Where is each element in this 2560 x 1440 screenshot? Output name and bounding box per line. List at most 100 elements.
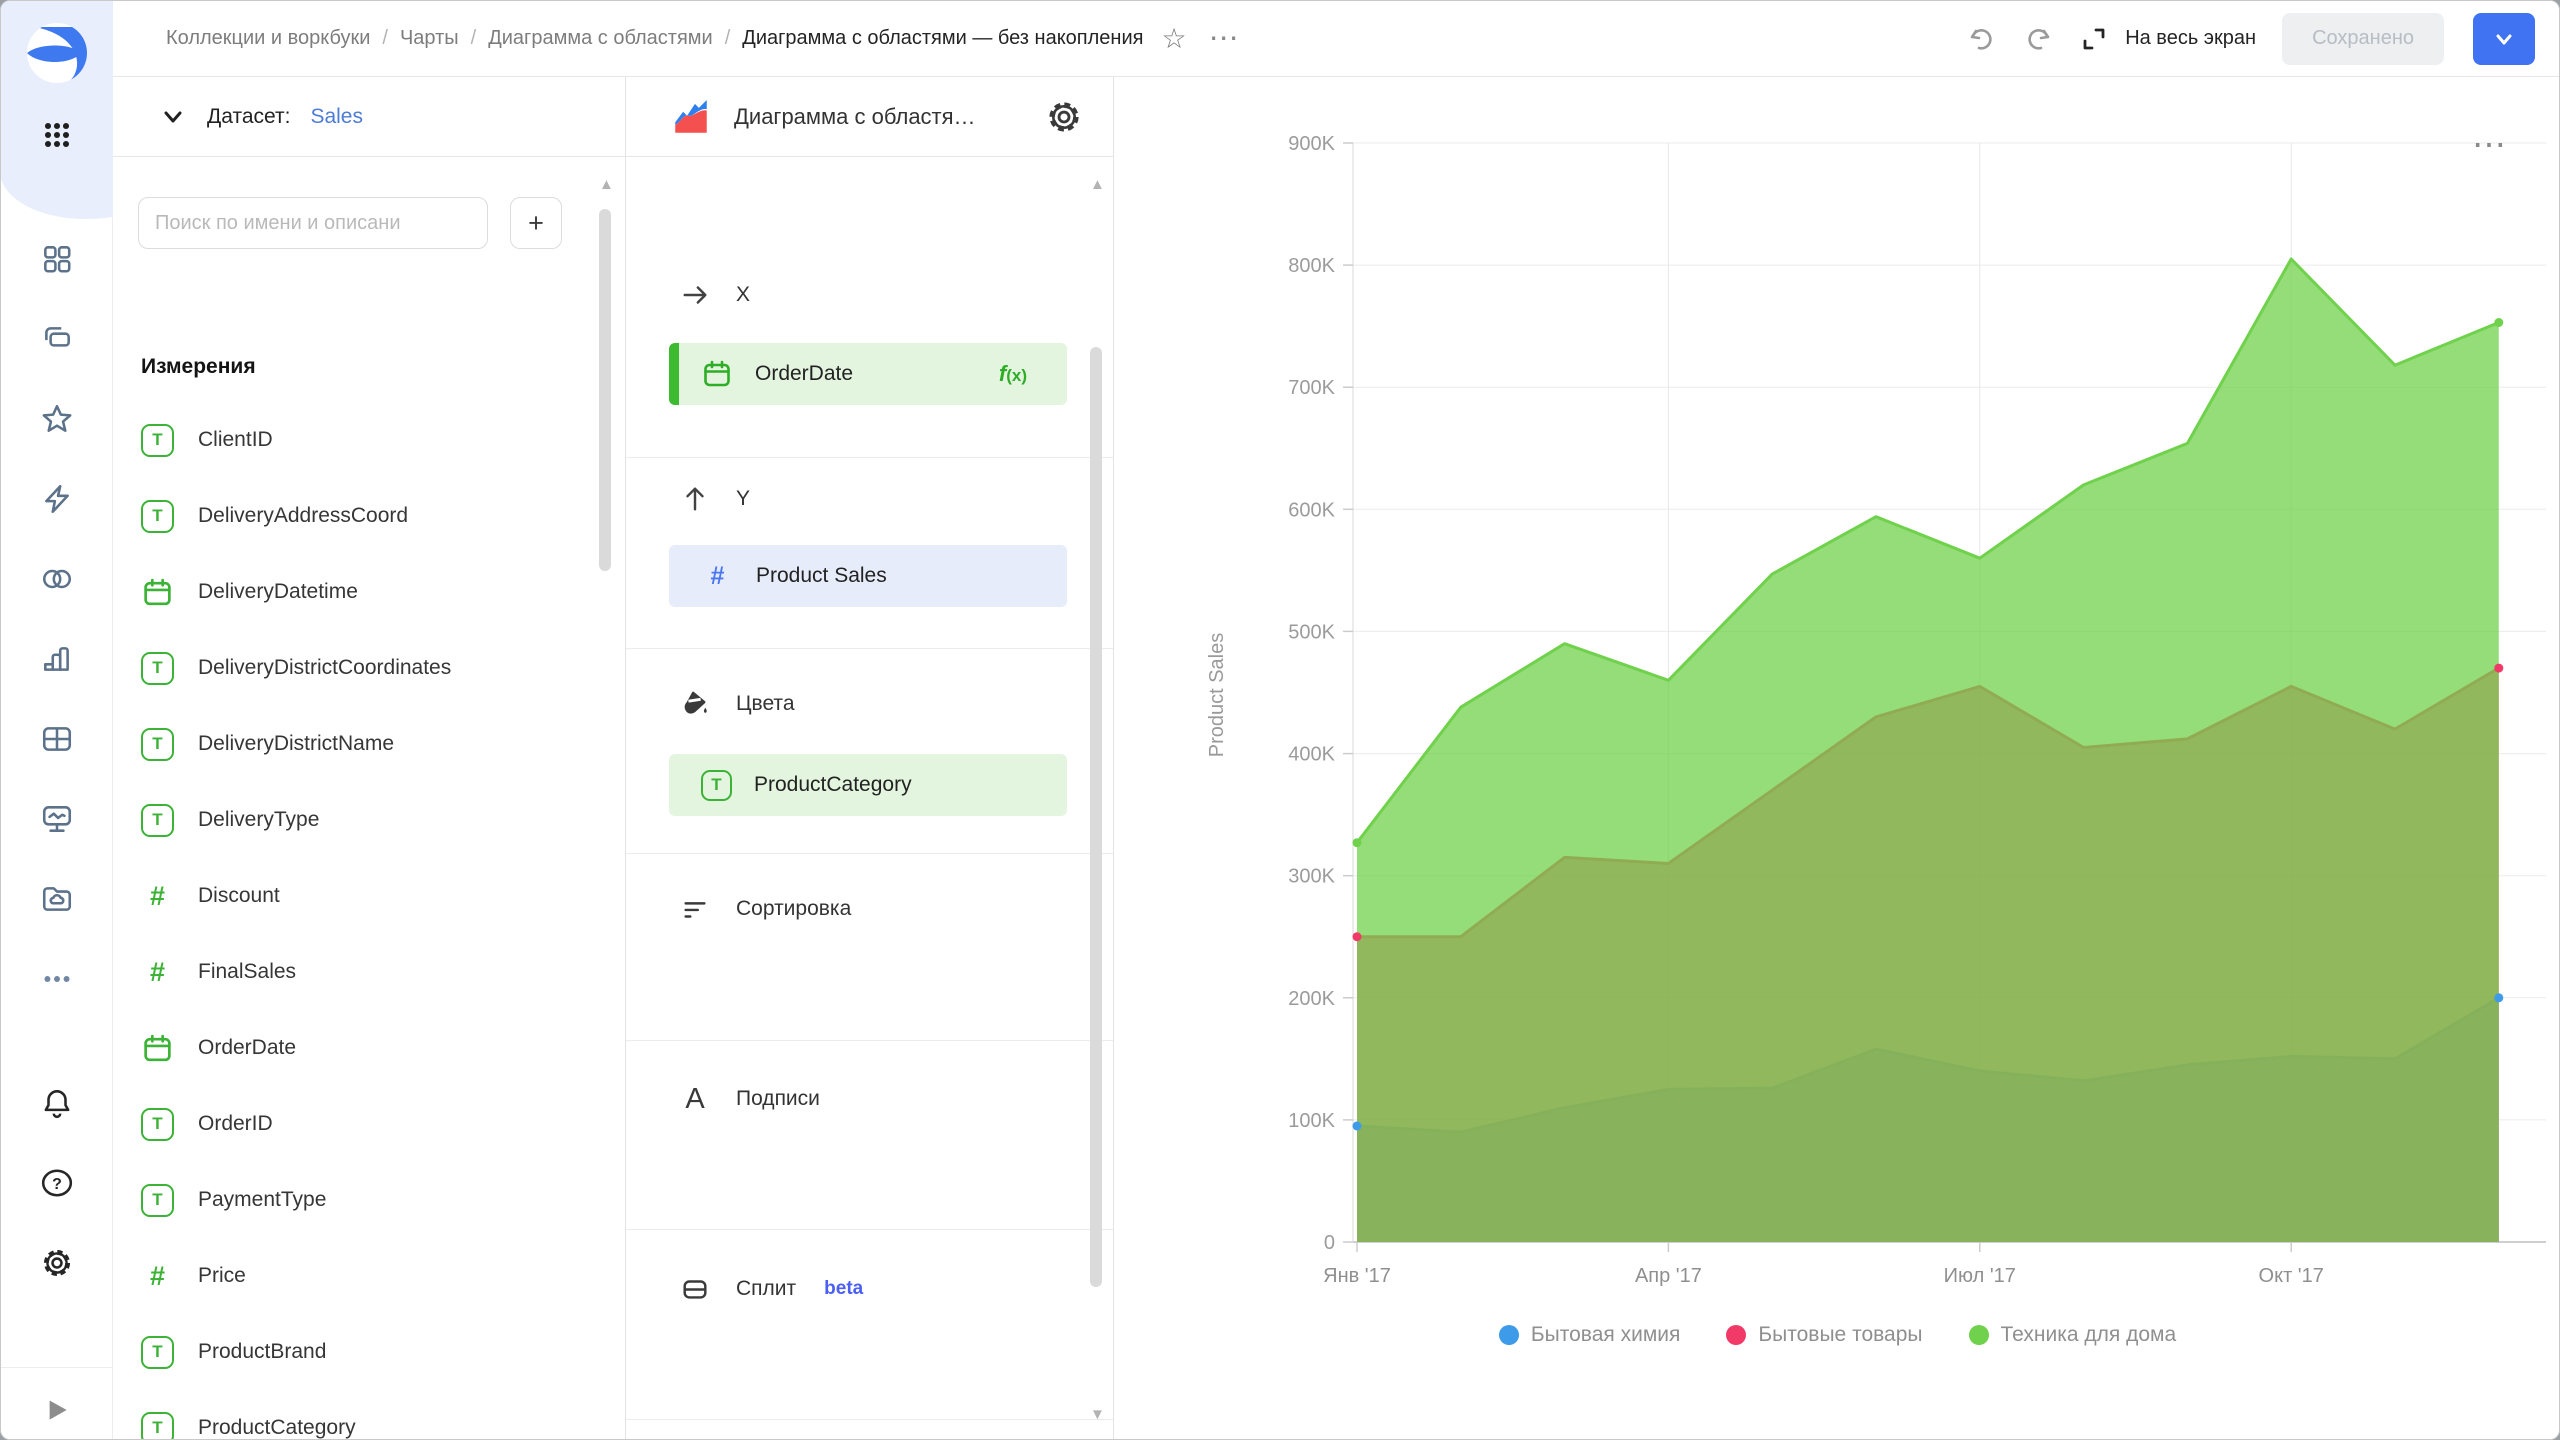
field-row-deliverydistrictcoordinates[interactable]: TDeliveryDistrictCoordinates bbox=[113, 630, 593, 706]
area-chart-plot[interactable]: 0100K200K300K400K500K600K700K800K900KЯнв… bbox=[1114, 77, 2560, 1440]
dimensions-list: TClientIDTDeliveryAddressCoordDeliveryDa… bbox=[113, 402, 593, 1440]
shelf-sort[interactable]: Сортировка bbox=[626, 887, 1096, 931]
chart-type-title[interactable]: Диаграмма с областя… bbox=[734, 104, 1045, 130]
field-row-deliveryaddresscoord[interactable]: TDeliveryAddressCoord bbox=[113, 478, 593, 554]
breadcrumb: Коллекции и воркбуки / Чарты / Диаграмма… bbox=[166, 27, 1143, 50]
field-row-deliverytype[interactable]: TDeliveryType bbox=[113, 782, 593, 858]
save-button[interactable]: Сохранено bbox=[2282, 13, 2444, 65]
split-icon bbox=[678, 1274, 712, 1304]
field-row-orderid[interactable]: T OrderID bbox=[113, 1086, 593, 1162]
arrow-up-icon bbox=[678, 484, 712, 514]
favorite-star-icon[interactable]: ☆ bbox=[1161, 25, 1186, 53]
page-title: Диаграмма с областями — без накопления bbox=[742, 27, 1143, 50]
fullscreen-label[interactable]: На весь экран bbox=[2125, 27, 2256, 50]
field-name: PaymentType bbox=[198, 1188, 326, 1212]
legend-dot bbox=[1499, 1325, 1519, 1345]
rail-item-help[interactable]: ? bbox=[35, 1161, 79, 1205]
breadcrumb-separator: / bbox=[471, 27, 477, 50]
rail-item-connections[interactable] bbox=[35, 557, 79, 601]
undo-button[interactable] bbox=[1967, 24, 1997, 54]
chart-menu-icon[interactable]: ⋯ bbox=[2472, 125, 2508, 165]
rail-item-charts[interactable] bbox=[35, 637, 79, 681]
formula-fx-icon[interactable]: f(x) bbox=[999, 361, 1027, 387]
date-type-icon bbox=[141, 1032, 174, 1065]
redo-button[interactable] bbox=[2023, 24, 2053, 54]
rail-item-favorites[interactable] bbox=[35, 397, 79, 441]
field-row-productbrand[interactable]: TProductBrand bbox=[113, 1314, 593, 1390]
legend-dot bbox=[1726, 1325, 1746, 1345]
dataset-name-link[interactable]: Sales bbox=[310, 105, 363, 129]
dashboard-squares-icon bbox=[40, 242, 74, 276]
config-scrollbar[interactable] bbox=[1090, 347, 1102, 1287]
field-search-input[interactable] bbox=[138, 197, 488, 249]
rail-item-dashboards[interactable] bbox=[35, 797, 79, 841]
field-name: ClientID bbox=[198, 428, 273, 452]
chart-settings-gear-icon[interactable] bbox=[1045, 98, 1083, 136]
add-field-button[interactable]: + bbox=[510, 197, 562, 249]
string-type-icon: T bbox=[141, 1184, 174, 1217]
shelf-colors-field-productcategory[interactable]: T ProductCategory bbox=[669, 754, 1067, 816]
paint-bucket-icon bbox=[678, 689, 712, 719]
svg-text:800K: 800K bbox=[1288, 255, 1335, 277]
section-divider bbox=[626, 648, 1113, 649]
shelf-y[interactable]: Y bbox=[626, 477, 1096, 521]
field-row-deliverydistrictname[interactable]: TDeliveryDistrictName bbox=[113, 706, 593, 782]
area-chart-type-icon[interactable] bbox=[670, 96, 712, 138]
rail-item-apps-grid[interactable] bbox=[35, 113, 79, 157]
legend-item[interactable]: Техника для дома bbox=[1969, 1323, 2177, 1347]
field-name: OrderID bbox=[198, 1112, 273, 1136]
shelf-x[interactable]: X bbox=[626, 273, 1096, 317]
shelf-y-field-product-sales[interactable]: # Product Sales bbox=[669, 545, 1067, 607]
collapse-panel-button[interactable] bbox=[39, 1393, 73, 1432]
rail-item-workbooks[interactable] bbox=[35, 317, 79, 361]
field-row-price[interactable]: #Price bbox=[113, 1238, 593, 1314]
scroll-down-arrow[interactable]: ▼ bbox=[1090, 1407, 1105, 1422]
rail-item-more[interactable] bbox=[35, 957, 79, 1001]
scroll-up-arrow[interactable]: ▲ bbox=[599, 177, 614, 192]
field-row-finalsales[interactable]: #FinalSales bbox=[113, 934, 593, 1010]
rail-header-curve bbox=[1, 179, 113, 227]
string-type-icon: T bbox=[701, 770, 732, 801]
field-row-productcategory[interactable]: TProductCategory bbox=[113, 1390, 593, 1440]
shelf-split[interactable]: Сплит beta bbox=[626, 1267, 1096, 1311]
field-row-clientid[interactable]: TClientID bbox=[113, 402, 593, 478]
more-menu-icon[interactable]: ⋯ bbox=[1209, 24, 1241, 54]
rail-item-storage[interactable] bbox=[35, 877, 79, 921]
save-dropdown-button[interactable] bbox=[2473, 13, 2535, 65]
play-icon bbox=[39, 1393, 73, 1427]
rail-item-tables[interactable] bbox=[35, 717, 79, 761]
chevron-down-icon[interactable] bbox=[159, 103, 187, 131]
breadcrumb-collections[interactable]: Коллекции и воркбуки bbox=[166, 27, 370, 50]
redo-icon bbox=[2023, 24, 2053, 54]
rail-item-settings[interactable] bbox=[35, 1241, 79, 1285]
chart-pane: 0100K200K300K400K500K600K700K800K900KЯнв… bbox=[1114, 77, 2560, 1440]
shelf-colors[interactable]: Цвета bbox=[626, 682, 1096, 726]
shelf-x-field-orderdate[interactable]: OrderDate f(x) bbox=[669, 343, 1067, 405]
breadcrumb-area-chart[interactable]: Диаграмма с областями bbox=[488, 27, 713, 50]
rail-item-quick-actions[interactable] bbox=[35, 477, 79, 521]
chart-config-panel: Диаграмма с областя… X OrderDate bbox=[626, 77, 1114, 1440]
field-row-discount[interactable]: #Discount bbox=[113, 858, 593, 934]
field-row-orderdate[interactable]: OrderDate bbox=[113, 1010, 593, 1086]
section-divider bbox=[626, 457, 1113, 458]
top-bar: Коллекции и воркбуки / Чарты / Диаграмма… bbox=[113, 1, 2559, 77]
fullscreen-button[interactable] bbox=[2079, 24, 2109, 54]
measure-hash-icon: # bbox=[701, 562, 734, 591]
shelf-colors-label: Цвета bbox=[736, 692, 795, 716]
scroll-up-arrow[interactable]: ▲ bbox=[1090, 177, 1105, 192]
breadcrumb-separator: / bbox=[382, 27, 388, 50]
field-row-paymenttype[interactable]: T PaymentType bbox=[113, 1162, 593, 1238]
legend-item[interactable]: Бытовые товары bbox=[1726, 1323, 1922, 1347]
shelf-labels[interactable]: A Подписи bbox=[626, 1077, 1096, 1121]
legend-label: Бытовые товары bbox=[1758, 1323, 1922, 1347]
rail-item-notifications[interactable] bbox=[35, 1081, 79, 1125]
breadcrumb-charts[interactable]: Чарты bbox=[400, 27, 459, 50]
field-row-deliverydatetime[interactable]: DeliveryDatetime bbox=[113, 554, 593, 630]
dataset-scrollbar[interactable] bbox=[599, 209, 611, 571]
datalens-logo[interactable] bbox=[25, 21, 89, 85]
field-name: DeliveryDistrictCoordinates bbox=[198, 656, 451, 680]
field-name: DeliveryType bbox=[198, 808, 319, 832]
legend-item[interactable]: Бытовая химия bbox=[1499, 1323, 1681, 1347]
rail-item-navigation[interactable] bbox=[35, 237, 79, 281]
string-type-icon: T bbox=[141, 1108, 174, 1141]
